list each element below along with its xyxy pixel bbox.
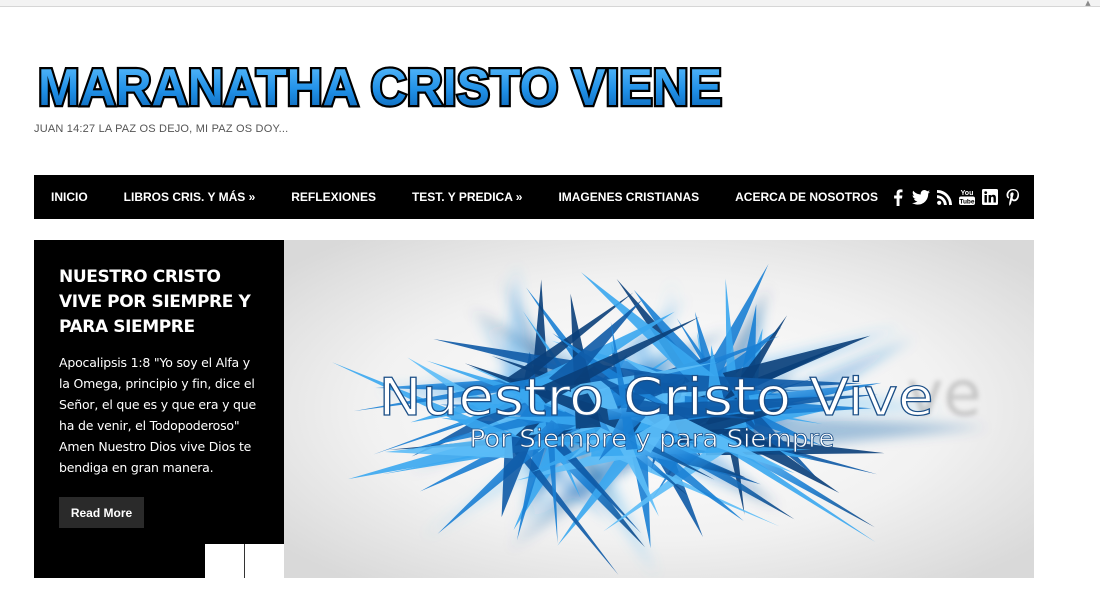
svg-text:Tube: Tube [959, 198, 974, 205]
site-title: MARANATHA CRISTO VIENE [38, 59, 722, 115]
site-logo[interactable]: MARANATHA CRISTO VIENE [36, 57, 736, 115]
featured-slider: NUESTRO CRISTO VIVE POR SIEMPRE Y PARA S… [34, 240, 1034, 578]
site-tagline: JUAN 14:27 LA PAZ OS DEJO, MI PAZ OS DOY… [34, 123, 289, 135]
rss-icon[interactable] [935, 188, 953, 206]
nav-item-inicio[interactable]: INICIO [34, 175, 106, 219]
main-nav: INICIO LIBROS CRIS. Y MÁS » REFLEXIONES … [34, 175, 1034, 219]
nav-item-test-predica[interactable]: TEST. Y PREDICA » [394, 175, 540, 219]
slide-title[interactable]: NUESTRO CRISTO VIVE POR SIEMPRE Y PARA S… [59, 265, 264, 340]
nav-item-acerca[interactable]: ACERCA DE NOSOTROS [717, 175, 896, 219]
nav-item-reflexiones[interactable]: REFLEXIONES [273, 175, 394, 219]
facebook-icon[interactable] [889, 188, 907, 206]
linkedin-icon[interactable] [981, 188, 999, 206]
slider-next-button[interactable] [245, 544, 284, 578]
slider-nav [205, 544, 284, 578]
youtube-icon[interactable]: You Tube [958, 188, 976, 206]
nav-item-imagenes[interactable]: IMAGENES CRISTIANAS [540, 175, 717, 219]
slide-image[interactable]: ve Nuestro Cristo Vive Por Siempre y par… [284, 240, 1034, 578]
slider-prev-button[interactable] [205, 544, 245, 578]
slide-excerpt: Apocalipsis 1:8 "Yo soy el Alfa y la Ome… [59, 355, 256, 475]
twitter-icon[interactable] [912, 188, 930, 206]
scroll-up-icon[interactable]: ▲ [1082, 0, 1094, 7]
nav-item-libros[interactable]: LIBROS CRIS. Y MÁS » [106, 175, 274, 219]
slide-image-headline: Nuestro Cristo Vive [379, 368, 934, 428]
social-links: You Tube [889, 175, 1022, 219]
slide-text-panel: NUESTRO CRISTO VIVE POR SIEMPRE Y PARA S… [34, 240, 284, 578]
pinterest-icon[interactable] [1004, 188, 1022, 206]
slide-artwork: ve Nuestro Cristo Vive Por Siempre y par… [284, 240, 1034, 578]
site-title-graphic: MARANATHA CRISTO VIENE [36, 57, 724, 115]
svg-text:You: You [961, 190, 974, 197]
read-more-button[interactable]: Read More [59, 497, 144, 528]
slide-image-subline: Por Siempre y para Siempre [470, 424, 835, 453]
browser-frame: ▲ [0, 0, 1100, 7]
